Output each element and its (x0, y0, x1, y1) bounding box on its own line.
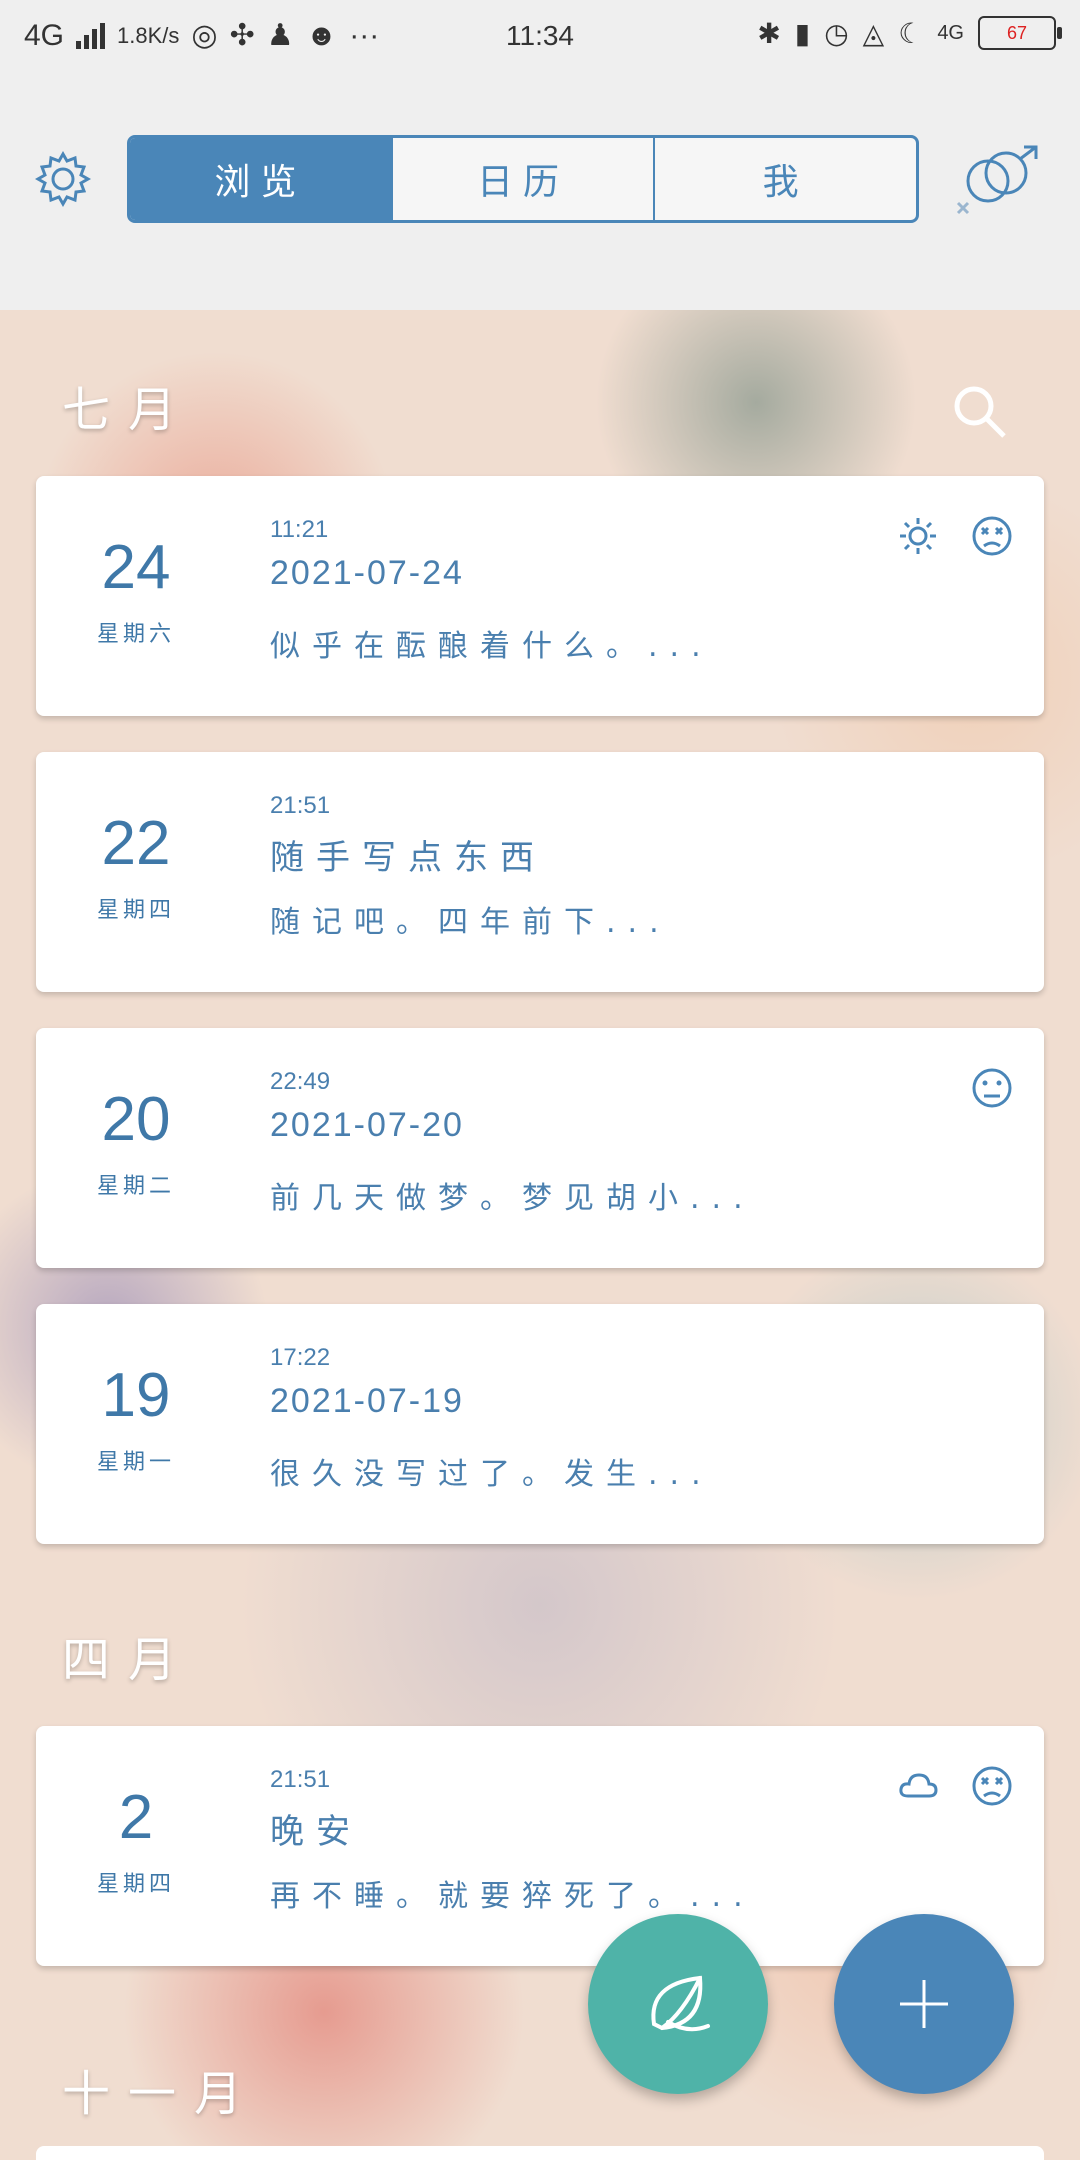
entry-weekday: 星期二 (96, 1174, 175, 1199)
dizzy-face-icon (972, 516, 1012, 556)
entry-title: 2021-07-19 (270, 1382, 464, 1420)
entry-time: 21:51 (270, 1766, 331, 1793)
tab-me[interactable]: 我 (655, 138, 916, 220)
vibrate-icon: ▮ (794, 17, 811, 49)
tab-bar: 浏览 日历 我 (127, 135, 919, 223)
entry-weekday: 星期一 (96, 1450, 175, 1475)
dizzy-face-icon (972, 1766, 1012, 1806)
gear-icon[interactable] (34, 150, 92, 208)
entry-time: 22:49 (270, 1068, 331, 1095)
neutral-face-icon (972, 1068, 1012, 1108)
tab-calendar[interactable]: 日历 (393, 138, 656, 220)
moon-icon: ☾ (898, 17, 924, 49)
entry-day: 19 (101, 1361, 171, 1430)
entry-excerpt: 随记吧。四年前下... (270, 905, 671, 940)
mute-icon: ◬ (862, 17, 885, 49)
entry-day: 24 (101, 533, 171, 602)
diary-list[interactable]: 七月 24 星期六 11:21 2021-07-24 似乎在酝酿着什么。... … (0, 310, 1080, 2160)
battery-level: 67 (1006, 23, 1028, 43)
plus-icon (900, 1980, 948, 2028)
entry-excerpt: 很久没写过了。发生... (270, 1457, 713, 1492)
bluetooth-icon: ✱ (757, 17, 781, 49)
entry-excerpt: 前几天做梦。梦见胡小... (270, 1181, 755, 1216)
entry-day: 20 (101, 1085, 171, 1154)
entry-excerpt: 似乎在酝酿着什么。... (270, 629, 713, 664)
month-header: 四月 (62, 1632, 195, 1688)
alarm-icon: ◷ (824, 17, 849, 49)
leaf-icon (651, 1975, 710, 2032)
sun-icon (900, 518, 936, 554)
entry-title: 2021-07-24 (270, 554, 464, 592)
entry-day: 2 (118, 1783, 154, 1852)
entry-title: 随手写点东西 (270, 838, 546, 878)
entry-title: 晚安 (270, 1812, 362, 1852)
entry-title: 2021-07-20 (270, 1106, 464, 1144)
add-entry-button[interactable] (834, 1914, 1014, 2094)
diary-entry-card[interactable]: 24 星期六 11:21 2021-07-24 似乎在酝酿着什么。... (36, 476, 1044, 716)
search-icon[interactable] (950, 382, 1010, 442)
month-header: 七月 (62, 382, 195, 438)
diary-entry-card[interactable]: 20 星期二 22:49 2021-07-20 前几天做梦。梦见胡小... (36, 1028, 1044, 1268)
entry-excerpt: 再不睡。就要猝死了。... (270, 1879, 755, 1914)
entry-weekday: 星期六 (96, 622, 175, 647)
entry-weekday: 星期四 (96, 898, 175, 923)
diary-entry-card[interactable]: 19 星期一 17:22 2021-07-19 很久没写过了。发生... (36, 1304, 1044, 1544)
month-header: 十一月 (62, 2066, 261, 2122)
cloud-icon (899, 1773, 938, 1798)
diary-entry-card[interactable] (36, 2146, 1044, 2160)
diary-entry-card[interactable]: 22 星期四 21:51 随手写点东西 随记吧。四年前下... (36, 752, 1044, 992)
entry-time: 11:21 (270, 516, 329, 543)
entry-day: 22 (101, 809, 171, 878)
entry-weekday: 星期四 (96, 1872, 175, 1897)
network-right-label: 4G (937, 21, 964, 44)
leaf-button[interactable] (588, 1914, 768, 2094)
entry-time: 21:51 (270, 792, 331, 819)
battery-icon: 67 (978, 16, 1062, 50)
tab-browse[interactable]: 浏览 (130, 138, 393, 220)
status-bar: 4G 1.8K/s ◎ ✣ ♟ ☻ ··· 11:34 ✱ ▮ ◷ ◬ ☾ 4G… (0, 0, 1080, 76)
entry-time: 17:22 (270, 1344, 331, 1371)
gender-icon[interactable] (952, 145, 1042, 215)
